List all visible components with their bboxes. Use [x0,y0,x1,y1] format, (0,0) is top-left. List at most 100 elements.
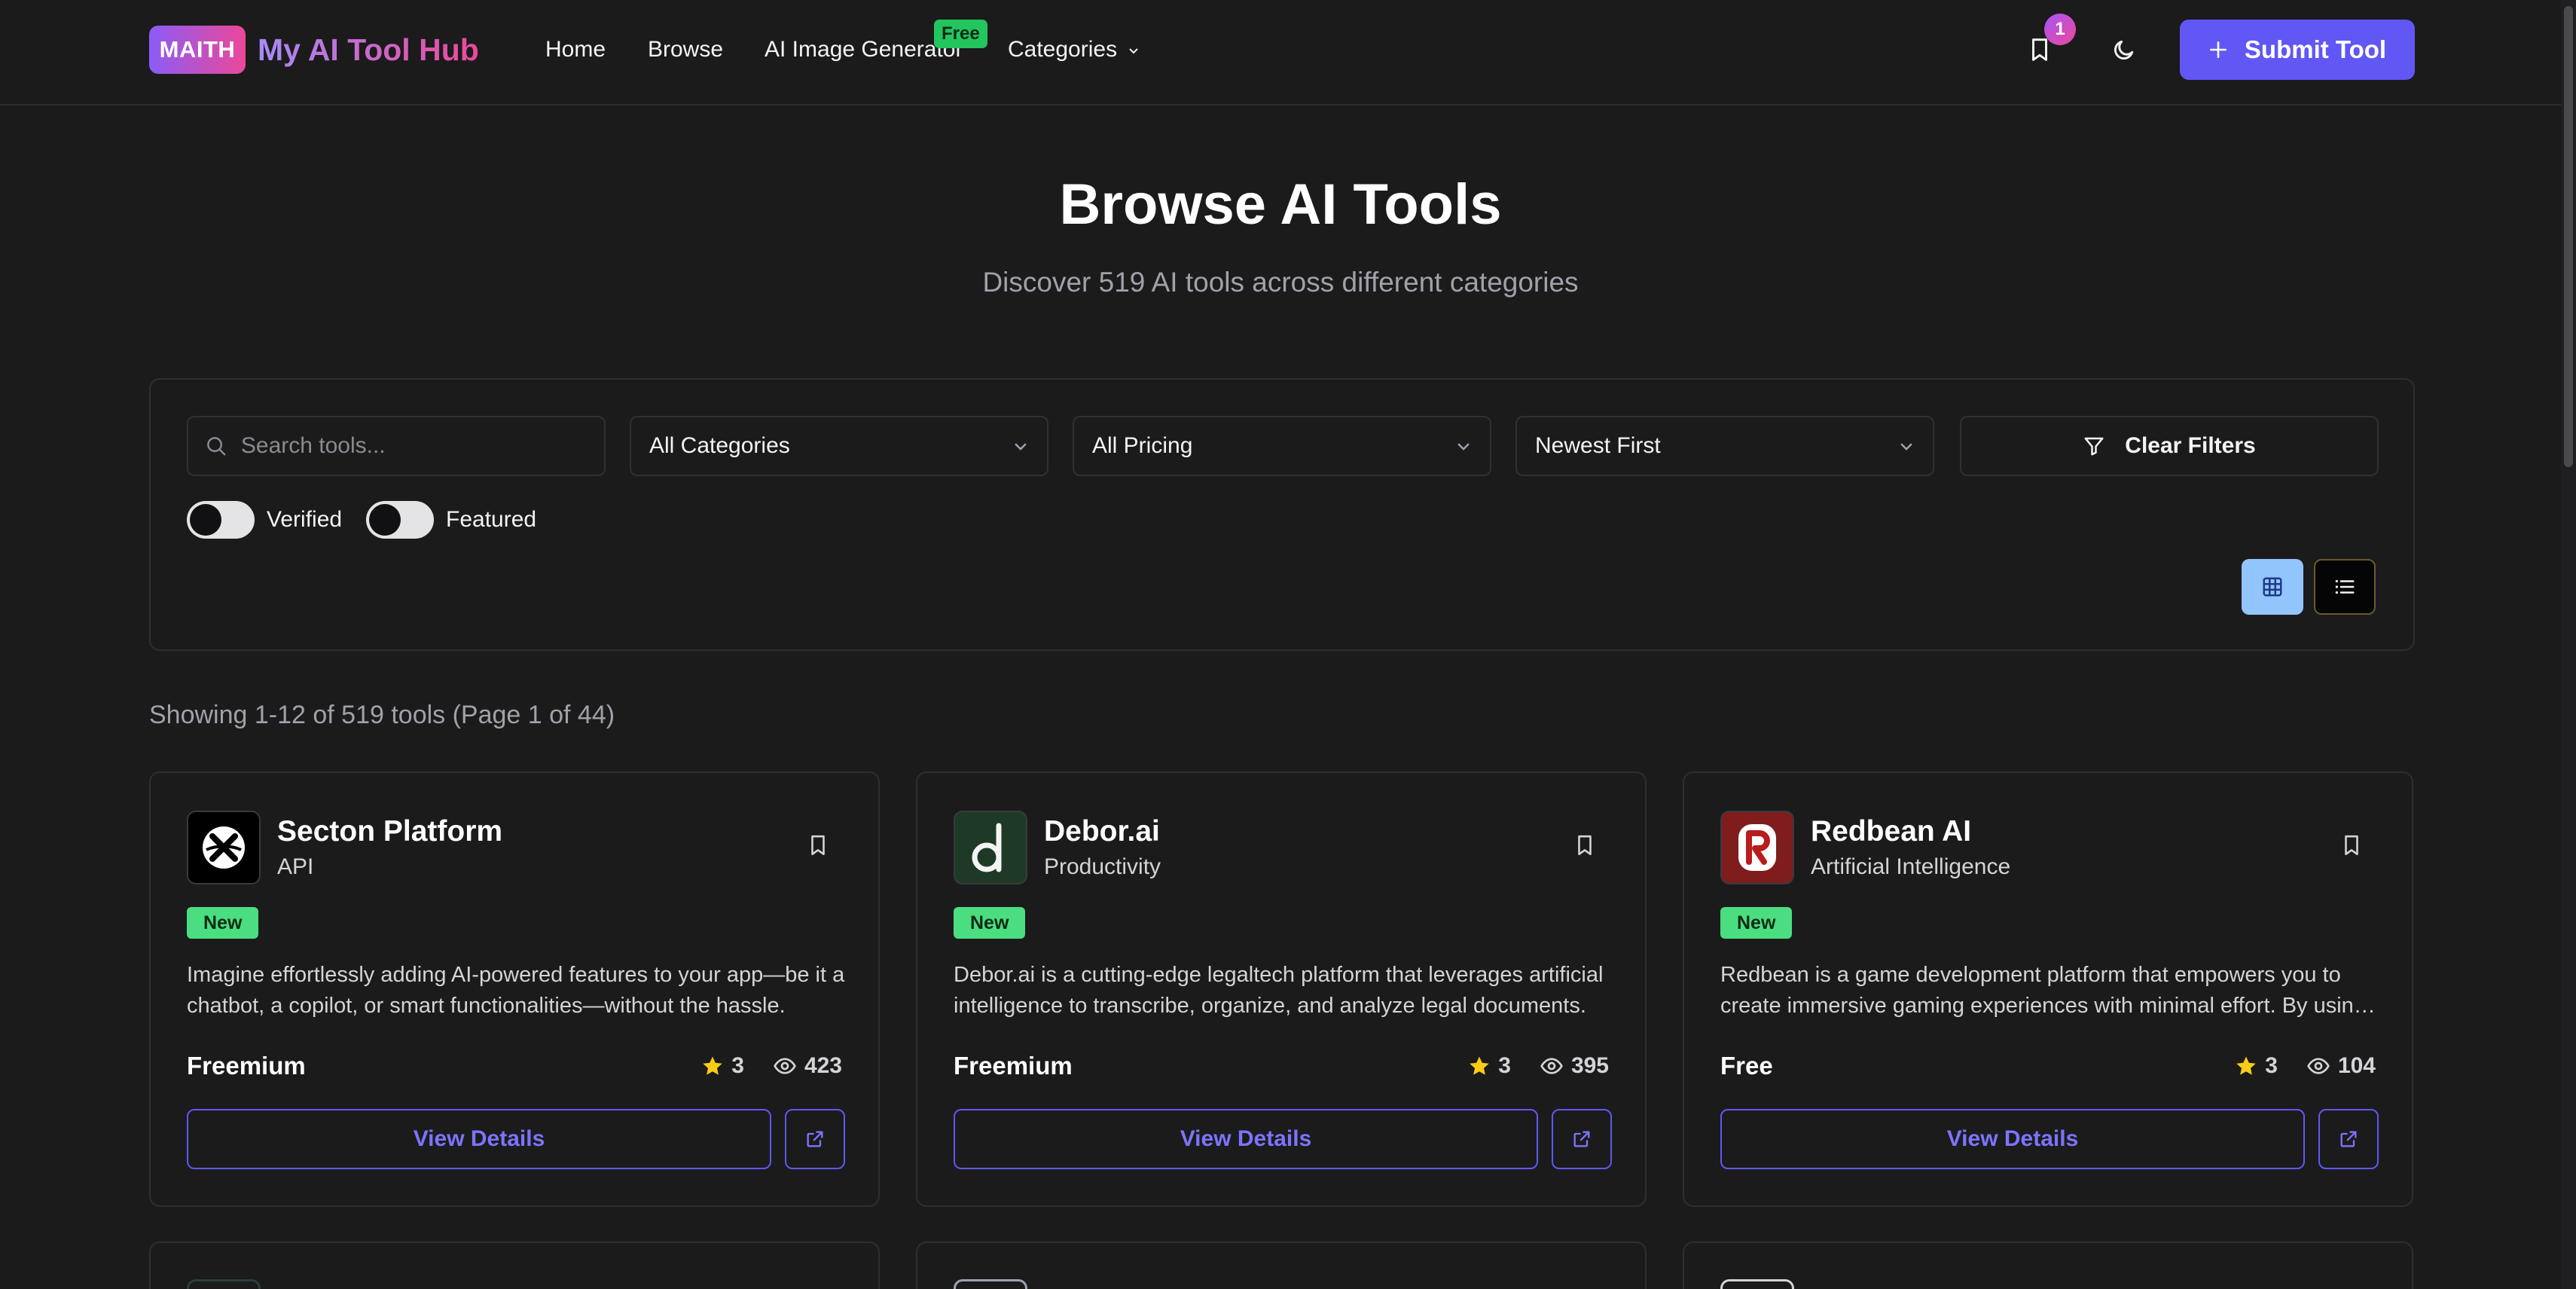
page-subtitle: Discover 519 AI tools across different c… [982,267,1579,298]
view-details-button[interactable]: View Details [1720,1109,2305,1169]
view-details-button[interactable]: View Details [954,1109,1538,1169]
verified-label: Verified [267,507,343,532]
tool-stats: 3 423 [701,1053,842,1079]
tool-pricing: Freemium [187,1052,306,1080]
free-badge: Free [934,20,987,48]
category-select-value: All Categories [649,433,790,458]
tool-stats: 3 104 [2235,1053,2376,1079]
bookmark-icon [1578,835,1592,856]
results-count: Showing 1-12 of 519 tools (Page 1 of 44) [149,701,615,729]
external-link-button[interactable] [2318,1109,2379,1169]
external-link-button[interactable] [785,1109,845,1169]
category-select[interactable]: All Categories [630,416,1048,476]
external-link-icon [807,1131,823,1147]
search-input[interactable] [240,433,586,459]
tool-pricing: Freemium [954,1052,1073,1080]
submit-tool-button[interactable]: Submit Tool [2180,20,2415,80]
eye-icon [774,1058,796,1074]
tool-card[interactable] [916,1242,1647,1289]
tool-card[interactable]: Redbean AI Artificial Intelligence New R… [1683,771,2413,1207]
new-badge: New [954,907,1026,939]
tool-description: Redbean is a game development platform t… [1720,963,2366,1018]
new-badge: New [1720,907,1793,939]
star-icon [2236,1056,2256,1075]
tool-logo [1720,1279,1794,1289]
bookmark-button[interactable] [1570,830,1600,860]
tool-views: 395 [1570,1053,1609,1078]
new-badge: New [187,907,259,939]
tool-logo [954,811,1027,884]
grid-icon [2263,577,2282,597]
page-scrollbar[interactable] [2561,0,2576,1289]
debor-logo-icon [972,823,1002,872]
logo-badge[interactable]: MAITH [149,26,246,74]
nav-categories[interactable]: Categories [1008,35,1140,65]
theme-toggle-button[interactable] [2101,27,2147,72]
verified-toggle[interactable] [187,501,255,539]
nav-ai-image-generator[interactable]: AI Image Generator [765,35,963,65]
tool-description: Debor.ai is a cutting-edge legaltech pla… [954,963,1604,1018]
bookmark-icon [2345,835,2358,856]
tool-card[interactable] [1683,1242,2413,1289]
tool-category: Productivity [1044,854,1161,879]
search-box[interactable] [187,416,606,476]
logo-text[interactable]: My AI Tool Hub [258,29,479,71]
grid-view-button[interactable] [2242,559,2303,615]
tool-category: API [277,854,314,879]
tool-description: Imagine effortlessly adding AI-powered f… [187,963,845,1018]
featured-toggle[interactable] [366,501,434,539]
nav-categories-label: Categories [1008,37,1118,62]
bookmark-button[interactable] [2336,830,2367,860]
tool-pricing: Free [1720,1052,1773,1080]
bookmark-count-badge: 1 [2044,14,2076,45]
list-view-button[interactable] [2314,559,2376,615]
tool-rating: 3 [2265,1053,2278,1078]
top-navbar: MAITH My AI Tool Hub Home Browse AI Imag… [0,0,2561,105]
page-title: Browse AI Tools [1059,173,1502,237]
filter-panel: All Categories All Pricing Newest First … [149,378,2415,651]
eye-icon [1540,1058,1563,1074]
filter-icon [2084,437,2104,456]
pricing-select[interactable]: All Pricing [1073,416,1491,476]
chevron-down-icon [1015,443,1027,451]
external-link-button[interactable] [1552,1109,1612,1169]
bookmark-icon [811,835,825,856]
star-icon [1470,1056,1489,1075]
nav-browse[interactable]: Browse [648,35,723,65]
tool-card[interactable]: Debor.ai Productivity New Debor.ai is a … [916,771,1647,1207]
sort-select[interactable]: Newest First [1515,416,1934,476]
tool-name[interactable]: Redbean AI [1811,815,1971,848]
external-link-icon [1573,1131,1590,1147]
tool-logo [187,811,261,884]
tool-name[interactable]: Secton Platform [277,815,502,848]
chevron-down-icon [1900,443,1912,451]
nav-home[interactable]: Home [545,35,606,65]
tool-rating: 3 [1498,1053,1511,1078]
tool-logo [1720,811,1794,884]
redbean-logo-icon [1738,824,1776,871]
tool-views: 423 [804,1053,842,1078]
clear-filters-button[interactable]: Clear Filters [1960,416,2379,476]
verified-filter: Verified [187,499,342,541]
pricing-select-value: All Pricing [1092,433,1193,458]
view-details-button[interactable]: View Details [187,1109,771,1169]
featured-filter: Featured [366,499,536,541]
tool-name[interactable]: Debor.ai [1044,815,1160,848]
moon-icon [2114,40,2134,60]
external-link-icon [2340,1131,2357,1147]
list-icon [2335,579,2355,594]
featured-label: Featured [446,507,537,532]
tool-card[interactable]: Secton Platform API New Imagine effortle… [149,771,880,1207]
bookmark-button[interactable] [803,830,833,860]
search-icon [207,437,226,456]
tool-card[interactable] [149,1242,880,1289]
tool-logo [954,1279,1027,1289]
eye-icon [2307,1058,2330,1074]
plus-icon [2209,41,2227,59]
toggle-knob [369,504,401,536]
bookmark-icon [2032,38,2047,61]
star-icon [703,1056,722,1075]
toggle-knob [190,504,221,536]
scrollbar-thumb[interactable] [2564,6,2573,467]
clear-filters-label: Clear Filters [2125,433,2256,458]
